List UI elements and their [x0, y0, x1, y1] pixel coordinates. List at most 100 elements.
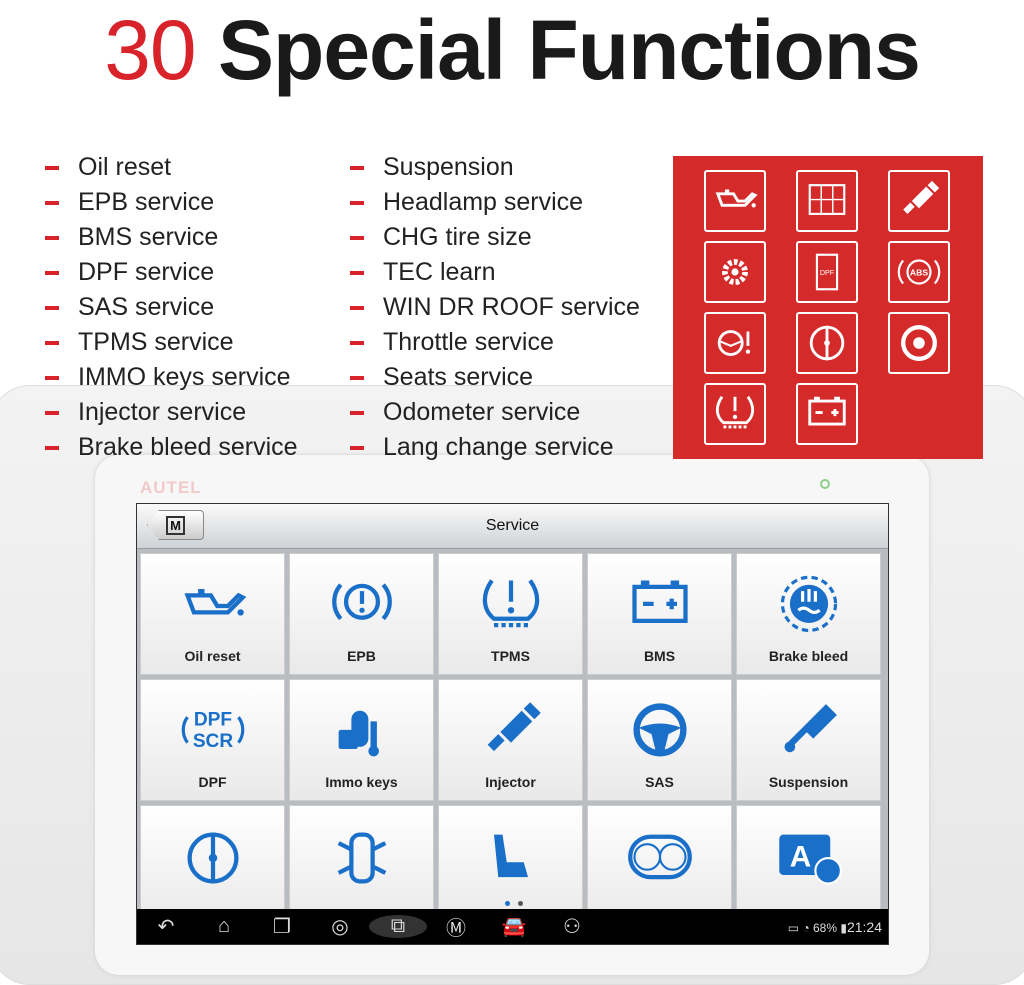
oil-can-icon	[179, 572, 247, 643]
function-item: Seats service	[350, 360, 640, 395]
bullet-dash	[45, 165, 59, 170]
remote-expert-icon[interactable]: ⚇	[543, 914, 601, 939]
function-item: Throttle service	[350, 325, 640, 360]
bullet-dash	[350, 165, 364, 170]
service-tile[interactable]: TPMS	[438, 553, 583, 675]
service-tile[interactable]: Injector	[438, 679, 583, 801]
car-icon[interactable]: 🚘	[485, 914, 543, 939]
function-icon-panel: DPF ABS	[673, 156, 983, 459]
service-tile[interactable]: Suspension	[736, 679, 881, 801]
screen-header: M Service	[137, 504, 888, 549]
gear-icon	[704, 241, 766, 303]
function-item: Injector service	[45, 395, 298, 430]
service-tile[interactable]: SAS	[587, 679, 732, 801]
function-item: EPB service	[45, 185, 298, 220]
screenshot-icon[interactable]: ⧉	[369, 915, 427, 938]
function-list-right: Suspension Headlamp service CHG tire size T…	[350, 150, 640, 465]
brake-bleed-icon	[775, 572, 843, 643]
tile-label: DPF	[198, 774, 227, 790]
clock: 21:24	[846, 918, 882, 935]
home-back-button[interactable]: M	[147, 510, 204, 540]
service-grid: Oil reset EPB TPMS BMS Brake bleed DPF SCR DPF I…	[140, 553, 881, 927]
svg-text:SCR: SCR	[192, 731, 233, 752]
back-icon[interactable]: ↶	[137, 914, 195, 939]
keys-icon	[328, 698, 396, 769]
bullet-dash	[45, 200, 59, 205]
seat-icon	[477, 824, 545, 895]
bullet-dash	[45, 375, 59, 380]
language-icon: A	[775, 824, 843, 895]
tile-label: Injector	[485, 774, 536, 790]
battery-icon	[796, 383, 858, 445]
tire-icon	[888, 312, 950, 374]
battery-icon	[626, 572, 694, 643]
page-dot[interactable]	[505, 901, 510, 906]
service-tile[interactable]: EPB	[289, 553, 434, 675]
tile-label: Brake bleed	[768, 648, 849, 664]
bullet-dash	[45, 445, 59, 450]
function-item: BMS service	[45, 220, 298, 255]
autel-home-icon[interactable]: Ⓜ	[427, 912, 485, 941]
page-indicator	[505, 901, 523, 906]
service-tile[interactable]: Immo keys	[289, 679, 434, 801]
service-tile[interactable]: Brake bleed	[736, 553, 881, 675]
throttle-icon	[796, 312, 858, 374]
svg-text:ABS: ABS	[910, 268, 928, 278]
bullet-dash	[350, 340, 364, 345]
function-item: Brake bleed service	[45, 430, 298, 465]
svg-text:DPF: DPF	[193, 710, 231, 731]
bullet-dash	[45, 305, 59, 310]
chrome-icon[interactable]: ◎	[311, 914, 369, 939]
tile-label: BMS	[643, 648, 676, 664]
bullet-dash	[45, 270, 59, 275]
bullet-dash	[45, 340, 59, 345]
tile-label: Immo keys	[325, 774, 398, 790]
function-item: DPF service	[45, 255, 298, 290]
home-icon: M	[166, 515, 185, 535]
odometer-icon	[626, 824, 694, 895]
function-item: SAS service	[45, 290, 298, 325]
tile-label: SAS	[645, 774, 674, 790]
function-item: Odometer service	[350, 395, 640, 430]
bullet-dash	[350, 270, 364, 275]
function-item: IMMO keys service	[45, 360, 298, 395]
injector-icon	[888, 170, 950, 232]
service-tile[interactable]: BMS	[587, 553, 732, 675]
screen-title: Service	[485, 517, 540, 534]
injector-icon	[477, 698, 545, 769]
dpf-icon: DPF	[796, 241, 858, 303]
bullet-dash	[350, 200, 364, 205]
power-indicator-icon	[820, 479, 830, 489]
status-area: ▭ ◔ 68% ▮21:24	[787, 918, 882, 935]
bullet-dash	[45, 235, 59, 240]
function-item: Suspension	[350, 150, 640, 185]
suspension-icon	[775, 698, 843, 769]
nav-bar: ↶ ⌂ ❐ ◎ ⧉ Ⓜ 🚘 ⚇ ▭ ◔ 68% ▮21:24	[137, 909, 888, 944]
bullet-dash	[350, 375, 364, 380]
function-item: WIN DR ROOF service	[350, 290, 640, 325]
bullet-dash	[350, 445, 364, 450]
dpf-scr-icon: DPF SCR	[179, 698, 247, 769]
tile-label: Oil reset	[184, 648, 241, 664]
function-item: Lang change service	[350, 430, 640, 465]
tablet-screen: M Service Oil reset EPB TPMS BMS Brake bleed…	[136, 503, 889, 945]
function-item: TEC learn	[350, 255, 640, 290]
function-item: Oil reset	[45, 150, 298, 185]
home-icon[interactable]: ⌂	[195, 915, 253, 938]
recent-apps-icon[interactable]: ❐	[253, 914, 311, 939]
window-lock-icon	[796, 170, 858, 232]
page-dot[interactable]	[518, 901, 523, 906]
svg-text:A: A	[789, 841, 811, 874]
service-tile[interactable]: Oil reset	[140, 553, 285, 675]
function-list-left: Oil reset EPB service BMS service DPF servi…	[45, 150, 298, 465]
tile-label: Suspension	[768, 774, 849, 790]
function-item: TPMS service	[45, 325, 298, 360]
bullet-dash	[350, 305, 364, 310]
tile-label: EPB	[347, 648, 376, 664]
tile-label: TPMS	[491, 648, 530, 664]
bullet-dash	[45, 410, 59, 415]
battery-level: 68%	[812, 920, 838, 935]
service-tile[interactable]: DPF SCR DPF	[140, 679, 285, 801]
steering-wheel-icon	[626, 698, 694, 769]
brand-logo: AUTEL	[140, 478, 202, 497]
